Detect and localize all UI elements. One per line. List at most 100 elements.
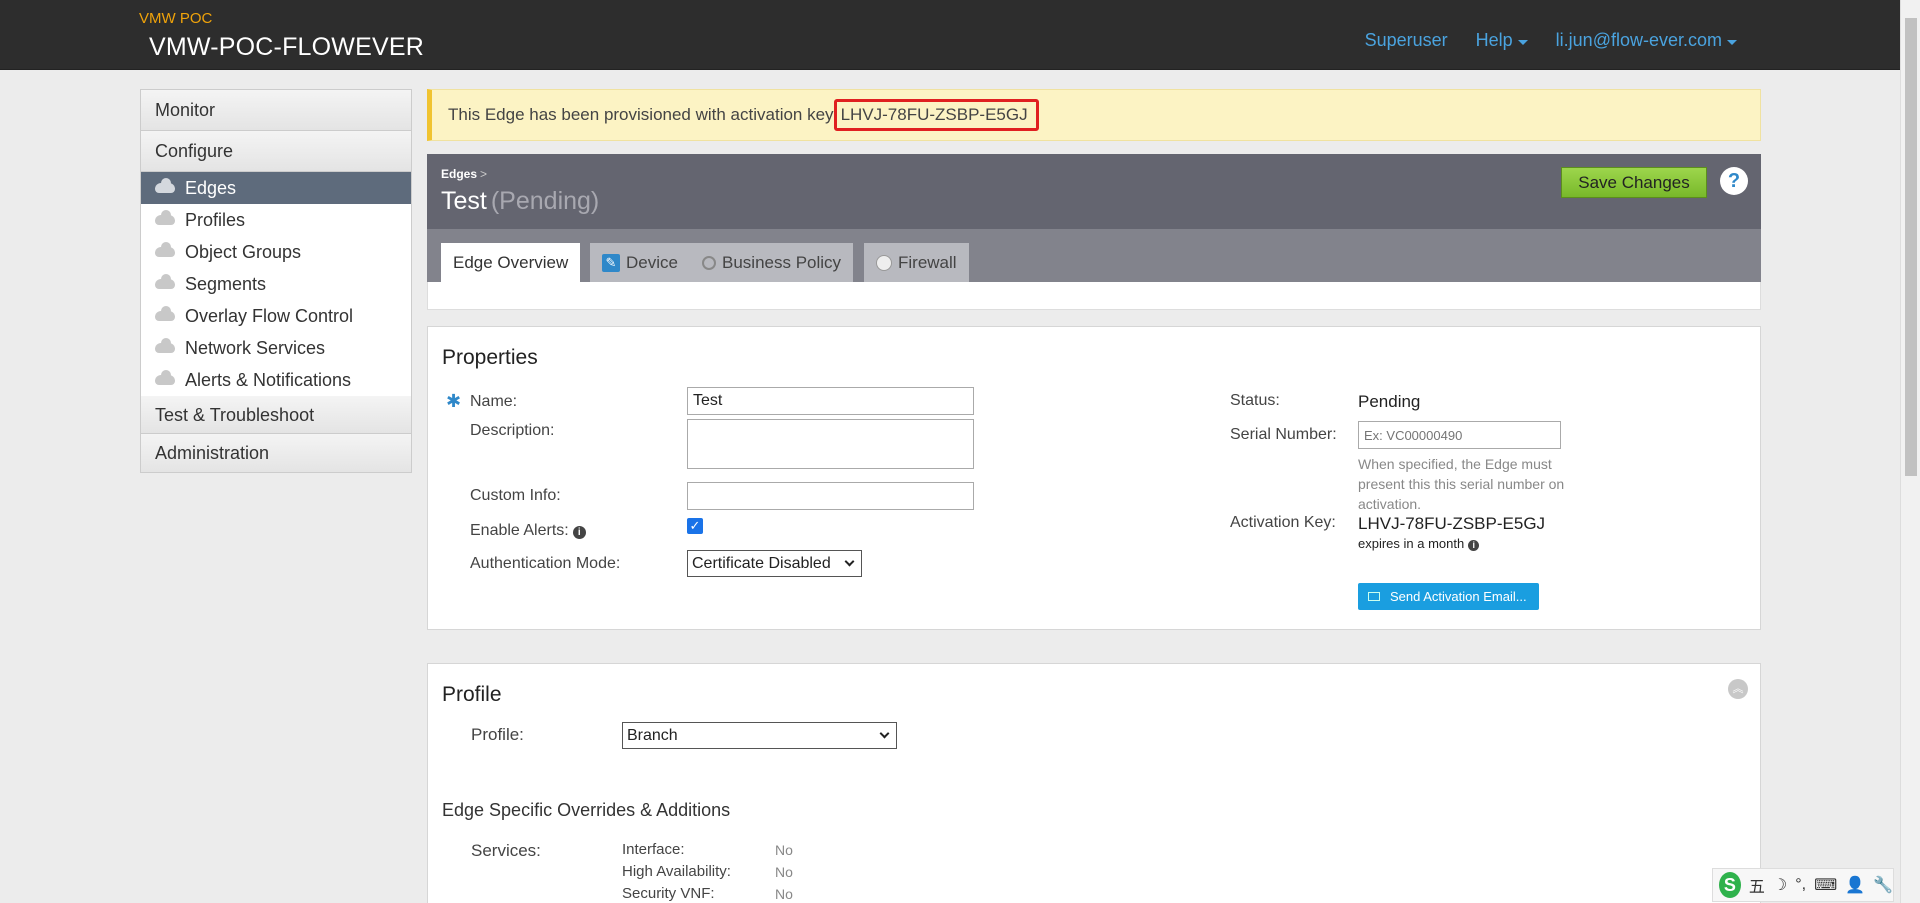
- help-menu[interactable]: Help: [1476, 30, 1528, 51]
- page-scrollbar[interactable]: [1900, 0, 1920, 903]
- chevron-down-icon: [1727, 40, 1737, 45]
- name-input[interactable]: [687, 387, 974, 415]
- sidebar: Monitor Configure Edges Profiles Object …: [140, 89, 412, 473]
- sidebar-item-monitor[interactable]: Monitor: [141, 90, 411, 131]
- chevron-down-icon: [879, 728, 890, 739]
- user-menu[interactable]: li.jun@flow-ever.com: [1556, 30, 1737, 51]
- sidebar-item-profiles[interactable]: Profiles: [141, 204, 411, 236]
- service-security-vnf-label: Security VNF:: [622, 885, 715, 902]
- cloud-icon: [155, 306, 175, 321]
- org-subtitle: VMW POC: [139, 10, 213, 27]
- sidebar-item-edges[interactable]: Edges: [141, 172, 411, 204]
- ribbon-icon: [702, 255, 716, 270]
- description-label: Description:: [470, 422, 555, 439]
- sidebar-item-administration[interactable]: Administration: [141, 434, 411, 472]
- user-email: li.jun@flow-ever.com: [1555, 30, 1722, 50]
- status-value: Pending: [1358, 392, 1421, 411]
- punctuation-icon[interactable]: °,: [1795, 876, 1806, 894]
- sidebar-item-test-troubleshoot[interactable]: Test & Troubleshoot: [141, 396, 411, 434]
- activation-alert: This Edge has been provisioned with acti…: [427, 89, 1761, 141]
- profile-panel: Profile ︽ Profile: Branch Edge Specific …: [427, 663, 1761, 903]
- moon-icon[interactable]: ☽: [1773, 875, 1787, 895]
- keyboard-icon[interactable]: ⌨: [1814, 875, 1837, 895]
- cloud-icon: [155, 210, 175, 225]
- profile-select[interactable]: Branch: [622, 722, 897, 749]
- tab-device[interactable]: ✎ Device: [590, 243, 690, 282]
- serial-number-hint: When specified, the Edge must present th…: [1358, 456, 1565, 512]
- sidebar-item-label: Edges: [185, 178, 237, 198]
- cloud-icon: [155, 274, 175, 289]
- activation-key-value: LHVJ-78FU-ZSBP-E5GJ: [1358, 514, 1546, 533]
- edge-header: Edges > Test (Pending) Save Changes ?: [427, 154, 1761, 229]
- tab-label: Business Policy: [722, 252, 842, 272]
- cloud-icon: [155, 370, 175, 385]
- expires-text: expires in a month: [1358, 536, 1465, 551]
- send-email-label: Send Activation Email...: [1390, 589, 1527, 604]
- chevron-down-icon: [844, 556, 855, 567]
- required-asterisk: ✱: [446, 391, 462, 411]
- sidebar-item-alerts-notifications[interactable]: Alerts & Notifications: [141, 364, 411, 396]
- help-icon[interactable]: ?: [1720, 167, 1748, 195]
- tab-edge-overview[interactable]: Edge Overview: [441, 243, 581, 283]
- description-textarea[interactable]: [687, 419, 974, 469]
- profile-heading: Profile: [442, 683, 502, 706]
- sidebar-item-object-groups[interactable]: Object Groups: [141, 236, 411, 268]
- flame-icon: [876, 254, 892, 271]
- sidebar-item-label: Alerts & Notifications: [185, 370, 352, 390]
- wrench-icon[interactable]: 🔧: [1873, 875, 1893, 895]
- auth-mode-select[interactable]: Certificate Disabled: [687, 550, 862, 577]
- service-security-vnf-value: No: [775, 886, 793, 902]
- profile-label: Profile:: [471, 725, 524, 744]
- mail-icon: [1368, 592, 1380, 601]
- help-label: Help: [1475, 30, 1513, 50]
- sogou-logo-icon[interactable]: S: [1719, 872, 1741, 898]
- tab-business-policy[interactable]: Business Policy: [690, 243, 854, 282]
- sidebar-item-configure[interactable]: Configure: [141, 131, 411, 172]
- cloud-icon: [155, 178, 175, 193]
- breadcrumb-edges[interactable]: Edges: [441, 167, 477, 181]
- alert-message: This Edge has been provisioned with acti…: [448, 105, 834, 124]
- tab-label: Edge Overview: [453, 253, 569, 272]
- enable-alerts-checkbox[interactable]: ✓: [687, 518, 703, 534]
- overrides-heading: Edge Specific Overrides & Additions: [442, 800, 731, 820]
- profile-value: Branch: [627, 726, 678, 744]
- enable-alerts-text: Enable Alerts:: [470, 522, 569, 539]
- tab-label: Device: [626, 252, 678, 272]
- properties-heading: Properties: [442, 346, 538, 369]
- sidebar-item-network-services[interactable]: Network Services: [141, 332, 411, 364]
- person-icon[interactable]: 👤: [1845, 875, 1865, 895]
- configure-submenu: Edges Profiles Object Groups Segments Ov…: [141, 172, 411, 396]
- superuser-label: Superuser: [1364, 30, 1448, 50]
- expires-note: expires in a month i: [1358, 536, 1480, 551]
- top-nav: Superuser Help li.jun@flow-ever.com: [1365, 30, 1737, 51]
- auth-mode-label: Authentication Mode:: [470, 555, 621, 572]
- edge-name-title: Test: [441, 187, 487, 215]
- tab-bar: Edge Overview ✎ Device Business Policy Fi…: [427, 229, 1761, 283]
- activation-key-label: Activation Key:: [1230, 514, 1336, 531]
- ime-toolbar: S 五 ☽ °, ⌨ 👤 🔧: [1712, 868, 1894, 902]
- ime-mode-icon[interactable]: 五: [1749, 873, 1765, 897]
- info-icon: i: [572, 526, 586, 539]
- status-label: Status:: [1230, 392, 1280, 409]
- tab-label: Firewall: [898, 252, 957, 272]
- sidebar-item-label: Profiles: [185, 210, 246, 230]
- page-title: Test (Pending): [441, 187, 599, 216]
- save-changes-button[interactable]: Save Changes: [1561, 167, 1707, 198]
- sidebar-item-label: Overlay Flow Control: [185, 306, 354, 326]
- custom-info-label: Custom Info:: [470, 487, 561, 504]
- cloud-icon: [155, 242, 175, 257]
- superuser-link[interactable]: Superuser: [1365, 30, 1448, 51]
- serial-number-input[interactable]: [1358, 421, 1561, 449]
- service-interface-value: No: [775, 842, 793, 858]
- scrollbar-thumb[interactable]: [1905, 18, 1917, 476]
- breadcrumb: Edges >: [441, 167, 487, 181]
- sidebar-item-overlay-flow-control[interactable]: Overlay Flow Control: [141, 300, 411, 332]
- send-activation-email-button[interactable]: Send Activation Email...: [1358, 583, 1539, 610]
- properties-panel: Properties ✱ Name: Description: Custom I…: [427, 326, 1761, 630]
- sidebar-item-label: Network Services: [185, 338, 326, 358]
- collapse-icon[interactable]: ︽: [1728, 679, 1748, 699]
- services-label: Services:: [471, 841, 541, 860]
- tab-firewall[interactable]: Firewall: [864, 243, 969, 282]
- custom-info-input[interactable]: [687, 482, 974, 510]
- sidebar-item-segments[interactable]: Segments: [141, 268, 411, 300]
